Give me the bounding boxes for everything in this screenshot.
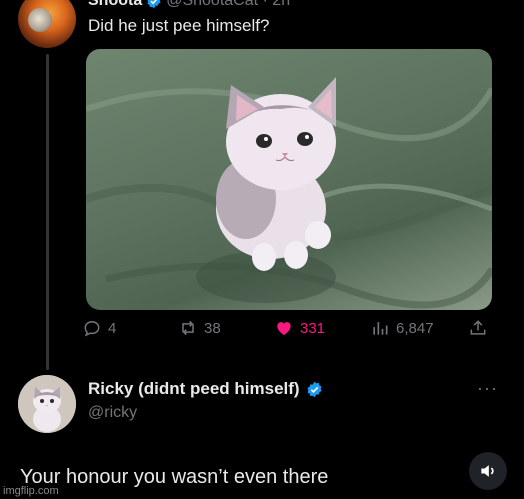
more-options-icon[interactable]: ··· — [477, 0, 498, 9]
avatar-cat-face-icon — [28, 8, 52, 32]
views-bar-chart-icon — [373, 322, 388, 335]
kitten-photo-illustration — [86, 77, 492, 309]
tweet-header: Shoota @ShootaCat · 2h — [88, 0, 290, 10]
tweet-text: Did he just pee himself? — [88, 16, 270, 35]
views-action[interactable]: 6,847 — [370, 318, 434, 338]
handle[interactable]: @ShootaCat · 2h — [166, 0, 290, 10]
reply-display-name[interactable]: Ricky (didnt peed himself) — [88, 379, 300, 399]
sound-toggle-button[interactable] — [469, 452, 507, 490]
kitten-avatar-icon — [18, 375, 76, 433]
thread-connector-line — [46, 54, 49, 370]
tweet-action-bar: 4 38 331 6,847 — [82, 318, 496, 342]
reply-bubble-icon — [84, 320, 100, 337]
reply-avatar[interactable] — [18, 375, 76, 433]
verified-badge-icon — [147, 0, 161, 9]
repost-action[interactable]: 38 — [178, 318, 221, 338]
avatar[interactable] — [18, 0, 76, 48]
share-action[interactable] — [468, 318, 488, 338]
reply-handle[interactable]: @ricky — [88, 404, 137, 422]
repost-icon — [182, 320, 194, 336]
like-action[interactable]: 331 — [274, 318, 325, 338]
reply-count: 4 — [108, 319, 117, 337]
repost-count: 38 — [204, 319, 221, 337]
display-name[interactable]: Shoota — [88, 0, 142, 10]
views-count: 6,847 — [396, 319, 434, 337]
reply-action[interactable]: 4 — [82, 318, 116, 338]
watermark: imgflip.com — [3, 485, 59, 497]
reply-text: Your honour you wasn’t even there — [20, 466, 329, 488]
tweet-media-kitten-photo[interactable] — [86, 49, 492, 310]
reply-header: Ricky (didnt peed himself) — [88, 379, 323, 399]
share-upload-icon — [470, 320, 486, 335]
more-options-icon[interactable]: ··· — [477, 378, 498, 399]
like-count: 331 — [300, 319, 326, 337]
speaker-icon — [481, 465, 494, 477]
verified-badge-icon — [307, 381, 322, 397]
heart-filled-icon — [277, 322, 291, 336]
